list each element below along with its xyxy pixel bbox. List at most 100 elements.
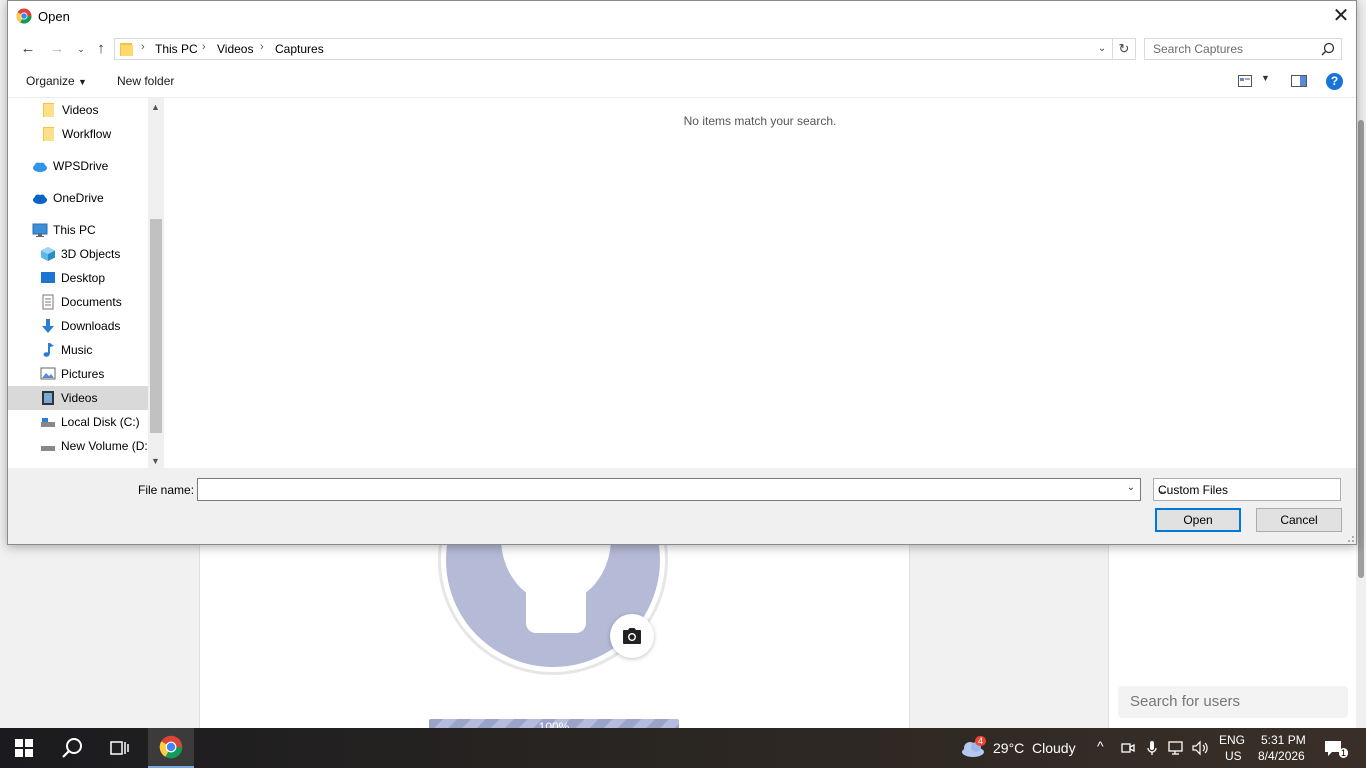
preview-pane-icon[interactable] — [1291, 75, 1307, 87]
nav-item-videos-selected[interactable]: Videos — [8, 386, 148, 410]
clock-time[interactable]: 5:31 PM — [1261, 733, 1306, 747]
nav-item-3d-objects[interactable]: 3D Objects — [8, 242, 148, 266]
file-name-label: File name: — [138, 483, 195, 497]
breadcrumb-separator-icon: › — [260, 41, 264, 53]
file-type-select[interactable]: Custom Files ⌄ — [1153, 478, 1341, 501]
nav-label: Downloads — [61, 319, 121, 333]
nav-label: Documents — [61, 295, 122, 309]
navigation-pane: Videos Workflow WPSDrive OneDrive This P… — [8, 98, 163, 468]
camera-button[interactable] — [610, 614, 654, 658]
organize-label: Organize — [26, 74, 75, 88]
weather-badge: 4 — [975, 736, 987, 746]
task-view-button[interactable] — [96, 728, 144, 768]
taskbar-search-button[interactable] — [48, 728, 96, 768]
nav-label: Videos — [61, 391, 98, 405]
breadcrumb-captures[interactable]: Captures — [275, 42, 324, 56]
cancel-button[interactable]: Cancel — [1256, 508, 1342, 532]
search-placeholder: Search Captures — [1153, 42, 1244, 56]
meet-now-icon[interactable] — [1121, 741, 1135, 755]
caret-down-icon: ▼ — [78, 77, 87, 87]
view-caret-icon[interactable]: ▼ — [1261, 73, 1270, 83]
nav-label: Music — [61, 343, 93, 357]
search-input[interactable]: Search Captures — [1144, 38, 1342, 60]
nav-item-documents[interactable]: Documents — [8, 290, 148, 314]
nav-item-this-pc[interactable]: This PC — [8, 218, 148, 242]
organize-button[interactable]: Organize ▼ — [26, 74, 87, 88]
drive-icon — [41, 446, 55, 451]
dialog-footer: File name: ⌄ Custom Files ⌄ Open Cancel — [8, 468, 1356, 544]
user-search-input[interactable]: Search for users — [1118, 686, 1348, 718]
nav-label: Videos — [62, 103, 99, 117]
back-button[interactable]: ← — [18, 39, 38, 59]
region-indicator[interactable]: US — [1225, 749, 1242, 763]
view-options-icon[interactable] — [1238, 75, 1252, 87]
nav-label: This PC — [53, 223, 96, 237]
search-icon — [62, 738, 82, 758]
nav-item-desktop[interactable]: Desktop — [8, 266, 148, 290]
clock-date[interactable]: 8/4/2026 — [1258, 749, 1305, 763]
nav-scroll-down-icon[interactable]: ▼ — [148, 456, 163, 466]
chevron-down-icon: ⌄ — [1158, 483, 1169, 497]
arrow-left-icon: ← — [20, 40, 36, 57]
nav-item-videos-folder[interactable]: Videos — [8, 98, 148, 122]
volume-icon[interactable] — [1192, 740, 1210, 756]
address-dropdown-button[interactable]: ⌄ — [1095, 41, 1109, 57]
desktop-icon — [41, 272, 55, 283]
chevron-down-icon: ⌄ — [77, 44, 85, 54]
microphone-icon[interactable] — [1146, 740, 1158, 756]
nav-label: Desktop — [61, 271, 106, 285]
folder-icon — [43, 103, 54, 117]
weather-widget[interactable] — [958, 728, 988, 768]
nav-label: New Volume (D: — [61, 439, 148, 453]
weather-temp[interactable]: 29°C — [993, 740, 1024, 756]
nav-item-downloads[interactable]: Downloads — [8, 314, 148, 338]
address-bar[interactable]: › This PC › Videos › Captures ⌄ ↻ — [114, 38, 1136, 60]
weather-desc[interactable]: Cloudy — [1032, 740, 1076, 756]
chrome-icon — [159, 735, 183, 759]
nav-item-music[interactable]: Music — [8, 338, 148, 362]
nav-item-workflow[interactable]: Workflow — [8, 122, 148, 146]
chrome-taskbar-button[interactable] — [148, 728, 194, 768]
network-icon[interactable] — [1168, 740, 1186, 756]
start-button[interactable] — [0, 728, 48, 768]
new-folder-button[interactable]: New folder — [117, 74, 174, 88]
recent-locations-button[interactable]: ⌄ — [71, 39, 91, 59]
help-button[interactable]: ? — [1326, 73, 1343, 90]
language-indicator[interactable]: ENG — [1219, 733, 1245, 747]
cloud-icon — [33, 162, 47, 172]
nav-label: Local Disk (C:) — [61, 415, 140, 429]
nav-item-new-volume-d[interactable]: New Volume (D: — [8, 434, 148, 458]
resize-grip-icon[interactable] — [1345, 533, 1355, 543]
nav-item-pictures[interactable]: Pictures — [8, 362, 148, 386]
show-hidden-icons-icon[interactable]: ^ — [1097, 738, 1104, 754]
file-name-input[interactable]: ⌄ — [197, 478, 1141, 501]
nav-scroll-up-icon[interactable]: ▲ — [148, 102, 163, 112]
nav-scrollbar-thumb[interactable] — [150, 219, 162, 433]
picture-icon — [40, 367, 56, 380]
document-icon — [42, 294, 54, 310]
nav-label: Pictures — [61, 367, 105, 381]
nav-item-onedrive[interactable]: OneDrive — [8, 186, 148, 210]
chrome-icon — [16, 8, 32, 24]
refresh-button[interactable]: ↻ — [1112, 39, 1135, 59]
camera-icon — [623, 628, 641, 644]
progress-text: 100% — [538, 720, 570, 728]
cube-icon — [41, 247, 55, 261]
file-name-dropdown-icon[interactable]: ⌄ — [1124, 482, 1138, 493]
breadcrumb-videos[interactable]: Videos — [217, 42, 253, 56]
forward-button[interactable]: → — [47, 39, 67, 59]
nav-label: WPSDrive — [53, 159, 109, 173]
close-icon: ✕ — [1332, 5, 1350, 27]
command-toolbar: Organize ▼ New folder ▼ ? — [8, 66, 1356, 98]
nav-label: Workflow — [62, 127, 112, 141]
file-list-area[interactable]: No items match your search. — [164, 98, 1356, 468]
page-scrollbar-thumb[interactable] — [1358, 120, 1364, 578]
close-button[interactable]: ✕ — [1326, 1, 1356, 32]
nav-item-wpsdrive[interactable]: WPSDrive — [8, 154, 148, 178]
breadcrumb-this-pc[interactable]: This PC — [155, 42, 198, 56]
folder-icon — [120, 43, 133, 56]
open-button[interactable]: Open — [1155, 508, 1241, 532]
nav-item-local-disk-c[interactable]: Local Disk (C:) — [8, 410, 148, 434]
music-icon — [43, 343, 54, 357]
up-button[interactable]: ↑ — [91, 39, 111, 59]
